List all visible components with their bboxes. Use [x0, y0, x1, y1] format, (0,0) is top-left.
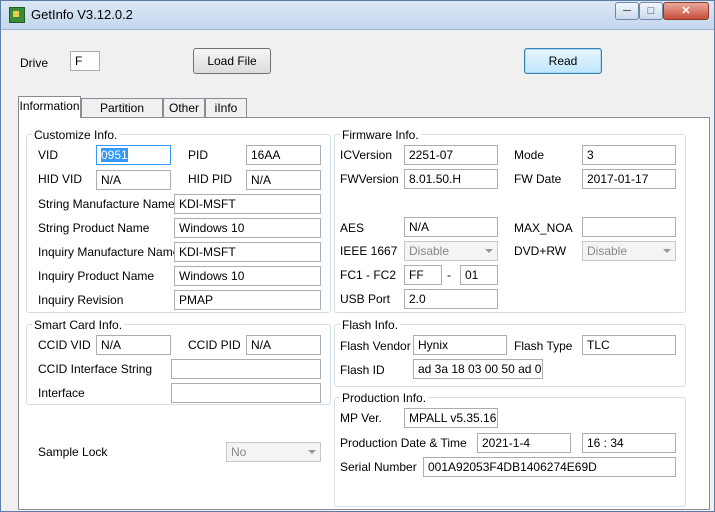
- mode-label: Mode: [514, 148, 545, 162]
- inquiry-product-field[interactable]: Windows 10: [174, 266, 321, 286]
- aes-label: AES: [340, 221, 365, 235]
- tab-partition-setting[interactable]: Partition setting: [81, 98, 163, 133]
- minimize-button[interactable]: ─: [615, 2, 639, 20]
- string-manufacture-label: String Manufacture Name: [38, 197, 175, 211]
- flash-type-label: Flash Type: [514, 339, 573, 353]
- chevron-down-icon: [485, 249, 493, 253]
- mode-field[interactable]: 3: [582, 145, 676, 165]
- tab-iinfo[interactable]: iInfo: [205, 98, 247, 118]
- flash-vendor-field[interactable]: Hynix: [413, 335, 507, 355]
- production-date-field[interactable]: 2021-1-4: [477, 433, 571, 453]
- flash-id-field[interactable]: ad 3a 18 03 00 50 ad 00: [413, 359, 543, 379]
- hid-pid-field[interactable]: N/A: [246, 170, 321, 190]
- vid-value: 0951: [101, 148, 128, 162]
- ccid-vid-field[interactable]: N/A: [96, 335, 171, 355]
- flash-id-label: Flash ID: [340, 363, 385, 377]
- max-noa-label: MAX_NOA: [514, 221, 573, 235]
- ccid-pid-label: CCID PID: [188, 338, 241, 352]
- icversion-field[interactable]: 2251-07: [404, 145, 498, 165]
- window-title: GetInfo V3.12.0.2: [31, 7, 133, 22]
- ccid-pid-field[interactable]: N/A: [246, 335, 321, 355]
- dvd-rw-label: DVD+RW: [514, 244, 567, 258]
- title-bar[interactable]: GetInfo V3.12.0.2 ─ □ ✕: [1, 1, 714, 30]
- icversion-label: ICVersion: [340, 148, 393, 162]
- hid-vid-field[interactable]: N/A: [96, 170, 171, 190]
- sample-lock-value: No: [231, 445, 247, 459]
- hid-vid-label: HID VID: [38, 172, 83, 186]
- inquiry-revision-label: Inquiry Revision: [38, 293, 124, 307]
- drive-field[interactable]: F: [70, 51, 100, 71]
- load-file-button[interactable]: Load File: [193, 48, 271, 74]
- fw-date-field[interactable]: 2017-01-17: [582, 169, 676, 189]
- aes-field[interactable]: N/A: [404, 217, 498, 237]
- max-noa-field[interactable]: [582, 217, 676, 237]
- pid-label: PID: [188, 148, 209, 162]
- vid-field[interactable]: 0951: [96, 145, 171, 165]
- mp-ver-label: MP Ver.: [340, 411, 382, 425]
- inquiry-product-label: Inquiry Product Name: [38, 269, 155, 283]
- fc-separator: -: [447, 268, 451, 282]
- inquiry-manufacture-field[interactable]: KDI-MSFT: [174, 242, 321, 262]
- inquiry-revision-field[interactable]: PMAP: [174, 290, 321, 310]
- usb-port-label: USB Port: [340, 292, 391, 306]
- dvd-rw-dropdown[interactable]: Disable: [582, 241, 676, 261]
- chevron-down-icon: [308, 450, 316, 454]
- flash-vendor-label: Flash Vendor: [340, 339, 411, 353]
- ccid-interface-field[interactable]: [171, 359, 321, 379]
- ieee-1667-value: Disable: [409, 244, 450, 258]
- smart-card-info-title: Smart Card Info.: [32, 318, 125, 332]
- production-date-label: Production Date & Time: [340, 436, 467, 450]
- inquiry-manufacture-label: Inquiry Manufacture Name: [38, 245, 180, 259]
- flash-type-field[interactable]: TLC: [582, 335, 676, 355]
- maximize-button[interactable]: □: [639, 2, 663, 20]
- flash-info-title: Flash Info.: [340, 318, 401, 332]
- vid-label: VID: [38, 148, 59, 162]
- fwversion-label: FWVersion: [340, 172, 399, 186]
- interface-label: Interface: [38, 386, 85, 400]
- usb-port-field[interactable]: 2.0: [404, 289, 498, 309]
- drive-label: Drive: [20, 56, 49, 70]
- sample-lock-dropdown[interactable]: No: [226, 442, 321, 462]
- chevron-down-icon: [663, 249, 671, 253]
- fc2-field[interactable]: 01: [460, 265, 498, 285]
- dvd-rw-value: Disable: [587, 244, 628, 258]
- ieee-1667-dropdown[interactable]: Disable: [404, 241, 498, 261]
- fc1-field[interactable]: FF: [404, 265, 442, 285]
- ieee-1667-label: IEEE 1667: [340, 244, 398, 258]
- fwversion-field[interactable]: 8.01.50.H: [404, 169, 498, 189]
- serial-number-field[interactable]: 001A92053F4DB1406274E69D: [423, 457, 676, 477]
- fw-date-label: FW Date: [514, 172, 562, 186]
- ccid-interface-label: CCID Interface String: [38, 362, 153, 376]
- app-icon: [9, 7, 25, 23]
- hid-pid-label: HID PID: [188, 172, 233, 186]
- production-time-field[interactable]: 16 : 34: [582, 433, 676, 453]
- fc1-fc2-label: FC1 - FC2: [340, 268, 397, 282]
- tab-information[interactable]: Information: [18, 96, 81, 118]
- main-window: GetInfo V3.12.0.2 ─ □ ✕ Drive F Load Fil…: [0, 0, 715, 512]
- tab-other[interactable]: Other: [163, 98, 205, 118]
- ccid-vid-label: CCID VID: [38, 338, 91, 352]
- mp-ver-field[interactable]: MPALL v5.35.16: [404, 408, 498, 428]
- production-info-title: Production Info.: [340, 391, 429, 405]
- string-product-field[interactable]: Windows 10: [174, 218, 321, 238]
- pid-field[interactable]: 16AA: [246, 145, 321, 165]
- sample-lock-label: Sample Lock: [38, 445, 108, 459]
- close-button[interactable]: ✕: [663, 2, 709, 20]
- firmware-info-title: Firmware Info.: [340, 128, 421, 142]
- customize-info-title: Customize Info.: [32, 128, 120, 142]
- string-manufacture-field[interactable]: KDI-MSFT: [174, 194, 321, 214]
- interface-field[interactable]: [171, 383, 321, 403]
- serial-number-label: Serial Number: [340, 460, 417, 474]
- string-product-label: String Product Name: [38, 221, 150, 235]
- read-button[interactable]: Read: [524, 48, 602, 74]
